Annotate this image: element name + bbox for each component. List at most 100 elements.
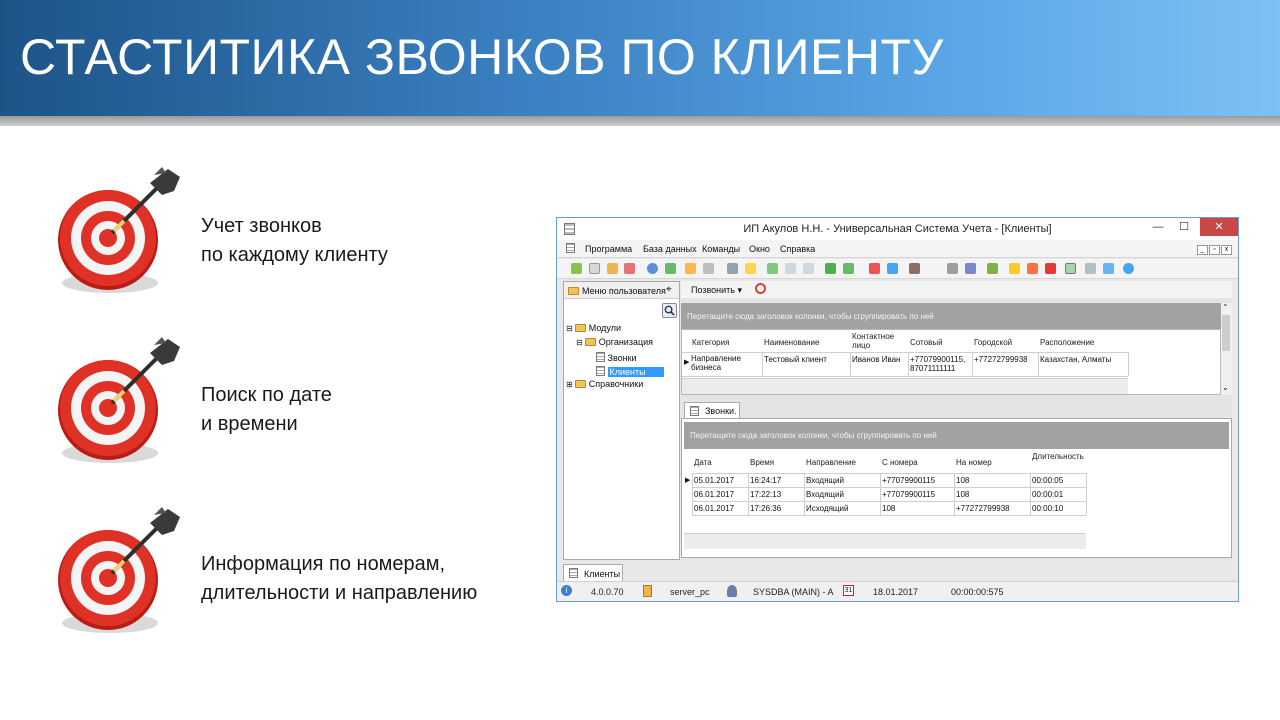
filter-icon[interactable] [685, 263, 696, 274]
settings-icon[interactable] [965, 263, 976, 274]
call-from[interactable]: +77079900115 [882, 490, 935, 499]
tree-item-organization[interactable]: ⊟ Организация [576, 337, 653, 347]
column-header[interactable]: На номер [956, 458, 992, 467]
tab-calls[interactable]: Звонки. [684, 402, 740, 418]
call-to[interactable]: +77272799938 [956, 504, 1010, 513]
column-header[interactable]: С номера [882, 458, 918, 467]
column-header[interactable]: Направление [806, 458, 856, 467]
call-duration[interactable]: 00:00:05 [1032, 476, 1063, 485]
call-from[interactable]: 108 [882, 504, 895, 513]
call-time[interactable]: 17:26:36 [750, 504, 781, 513]
column-header[interactable]: Время [750, 458, 774, 467]
call-direction[interactable]: Исходящий [806, 504, 848, 513]
note-icon[interactable] [745, 263, 756, 274]
reload-icon[interactable] [665, 263, 676, 274]
window-titlebar[interactable]: ИП Акулов Н.Н. - Универсальная Система У… [557, 218, 1238, 240]
column-header[interactable]: Сотовый [910, 338, 943, 347]
collapse-icon[interactable] [785, 263, 796, 274]
horizontal-scrollbar[interactable] [682, 378, 1128, 394]
call-direction[interactable]: Входящий [806, 490, 844, 499]
column-header[interactable]: Расположение [1040, 338, 1094, 347]
search-icon[interactable] [662, 303, 677, 318]
tree-label: Звонки [607, 353, 637, 363]
pin-icon[interactable]: ⌖ [666, 284, 672, 295]
client-city-phone[interactable]: +77272799938 [974, 355, 1028, 364]
client-mobile[interactable]: +77079900115, 87071111111 [910, 355, 972, 373]
users-icon[interactable] [1027, 263, 1038, 274]
column-header[interactable]: Городской [974, 338, 1012, 347]
menu-window[interactable]: Окно [749, 244, 770, 254]
call-duration[interactable]: 00:00:10 [1032, 504, 1063, 513]
call-date[interactable]: 05.01.2017 [694, 476, 734, 485]
column-header[interactable]: Длительность [1032, 452, 1084, 461]
column-header[interactable]: Дата [694, 458, 712, 467]
share-icon[interactable] [1103, 263, 1114, 274]
column-header[interactable]: Контактное лицо [852, 332, 902, 350]
call-from[interactable]: +77079900115 [882, 476, 935, 485]
call-duration[interactable]: 00:00:01 [1032, 490, 1063, 499]
tab-clients[interactable]: Клиенты [563, 564, 623, 581]
call-time[interactable]: 16:24:17 [750, 476, 781, 485]
call-button-label: Позвонить [691, 285, 735, 295]
calls-group-area[interactable]: Перетащите сюда заголовок колонки, чтобы… [684, 422, 1229, 449]
window-new-icon[interactable] [887, 263, 898, 274]
info-icon[interactable] [1123, 263, 1134, 274]
tools-icon[interactable] [947, 263, 958, 274]
column-header[interactable]: Наименование [764, 338, 819, 347]
export-icon[interactable] [767, 263, 778, 274]
menu-bar: Программа База данных Команды Окно Справ… [557, 240, 1238, 258]
call-button[interactable]: Позвонить ▾ [691, 285, 742, 296]
vertical-scrollbar[interactable]: ⌃ ⌄ [1221, 303, 1232, 395]
tree-item-clients[interactable]: Клиенты [596, 365, 664, 377]
refresh-icon[interactable] [571, 263, 582, 274]
client-category[interactable]: Направление бизнеса [691, 354, 761, 372]
status-bar: i 4.0.0.70 server_pc SYSDBA (MAIN) - A 3… [557, 581, 1238, 601]
edit-icon[interactable] [607, 263, 618, 274]
call-to[interactable]: 108 [956, 476, 969, 485]
menu-program[interactable]: Программа [585, 244, 632, 254]
search-icon[interactable] [647, 263, 658, 274]
call-time[interactable]: 17:22:13 [750, 490, 781, 499]
excel-icon[interactable] [825, 263, 836, 274]
column-header[interactable]: Категория [692, 338, 729, 347]
tree-item-modules[interactable]: ⊟ Модули [566, 323, 621, 333]
close-button[interactable]: ✕ [1200, 218, 1238, 236]
calls-horizontal-scrollbar[interactable] [684, 533, 1086, 549]
print-icon[interactable] [1085, 263, 1096, 274]
mdi-minimize-button[interactable]: _ [1197, 245, 1208, 255]
user-text: SYSDBA (MAIN) - A [753, 587, 834, 597]
calendar-icon[interactable] [1065, 263, 1076, 274]
call-date[interactable]: 06.01.2017 [694, 490, 734, 499]
insert-icon[interactable] [727, 263, 738, 274]
menu-help[interactable]: Справка [780, 244, 815, 254]
tree-item-references[interactable]: ⊞ Справочники [566, 379, 643, 389]
user-icon [727, 585, 737, 597]
client-location[interactable]: Казахстан, Алматы [1040, 355, 1111, 364]
mdi-restore-button[interactable]: ▫ [1209, 245, 1220, 255]
window-icon[interactable] [869, 263, 880, 274]
document-icon [596, 352, 605, 362]
call-date[interactable]: 06.01.2017 [694, 504, 734, 513]
move-icon[interactable] [909, 263, 920, 274]
copy-icon[interactable] [589, 263, 600, 274]
lock-icon[interactable] [1009, 263, 1020, 274]
stop-icon[interactable] [755, 283, 766, 294]
group-area[interactable]: Перетащите сюда заголовок колонки, чтобы… [681, 303, 1221, 329]
client-contact[interactable]: Иванов Иван [852, 355, 900, 364]
excel-export-icon[interactable] [843, 263, 854, 274]
call-direction[interactable]: Входящий [806, 476, 844, 485]
call-to[interactable]: 108 [956, 490, 969, 499]
tree-item-calls[interactable]: Звонки [596, 351, 637, 363]
minimize-button[interactable]: — [1145, 218, 1171, 236]
menu-database[interactable]: База данных [643, 244, 697, 254]
delete-icon[interactable] [624, 263, 635, 274]
client-name[interactable]: Тестовый клиент [764, 355, 827, 364]
maximize-button[interactable]: ☐ [1171, 218, 1197, 236]
logout-icon[interactable] [1045, 263, 1056, 274]
check-icon[interactable] [987, 263, 998, 274]
menu-commands[interactable]: Команды [702, 244, 740, 254]
filter-clear-icon[interactable] [703, 263, 714, 274]
expand-icon[interactable] [803, 263, 814, 274]
mdi-close-button[interactable]: x [1221, 245, 1232, 255]
bullet-2-text: Поиск по дате и времени [201, 381, 332, 439]
